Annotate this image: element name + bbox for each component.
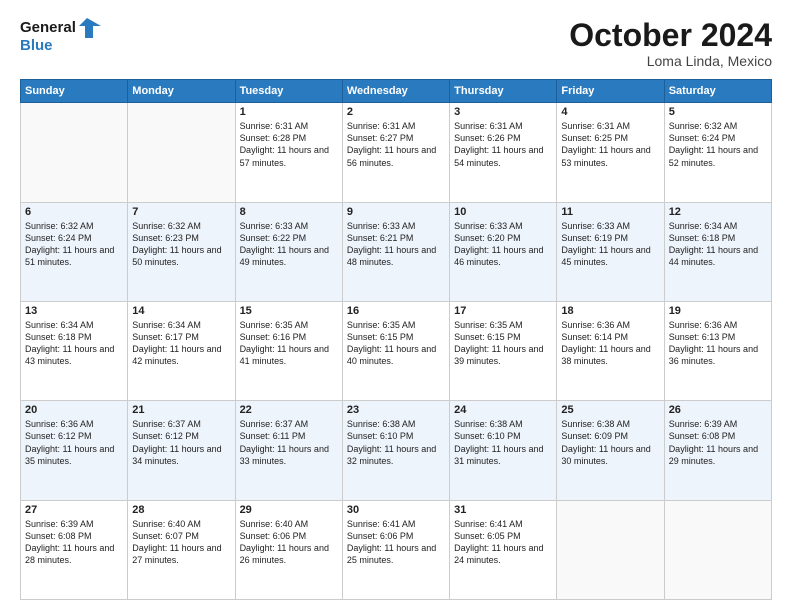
calendar-cell: 12 Sunrise: 6:34 AMSunset: 6:18 PMDaylig… <box>664 202 771 301</box>
calendar-cell: 6 Sunrise: 6:32 AMSunset: 6:24 PMDayligh… <box>21 202 128 301</box>
title-block: October 2024 Loma Linda, Mexico <box>569 18 772 69</box>
calendar-cell: 31 Sunrise: 6:41 AMSunset: 6:05 PMDaylig… <box>450 500 557 599</box>
col-sunday: Sunday <box>21 80 128 103</box>
calendar-cell: 15 Sunrise: 6:35 AMSunset: 6:16 PMDaylig… <box>235 301 342 400</box>
header-row: Sunday Monday Tuesday Wednesday Thursday… <box>21 80 772 103</box>
calendar-cell: 1 Sunrise: 6:31 AMSunset: 6:28 PMDayligh… <box>235 103 342 202</box>
header: General Blue October 2024 Loma Linda, Me… <box>20 18 772 69</box>
col-thursday: Thursday <box>450 80 557 103</box>
logo: General Blue <box>20 18 101 55</box>
calendar-cell: 27 Sunrise: 6:39 AMSunset: 6:08 PMDaylig… <box>21 500 128 599</box>
col-wednesday: Wednesday <box>342 80 449 103</box>
calendar-cell: 20 Sunrise: 6:36 AMSunset: 6:12 PMDaylig… <box>21 401 128 500</box>
calendar-week-1: 1 Sunrise: 6:31 AMSunset: 6:28 PMDayligh… <box>21 103 772 202</box>
col-tuesday: Tuesday <box>235 80 342 103</box>
calendar-cell: 16 Sunrise: 6:35 AMSunset: 6:15 PMDaylig… <box>342 301 449 400</box>
calendar-cell: 25 Sunrise: 6:38 AMSunset: 6:09 PMDaylig… <box>557 401 664 500</box>
calendar-cell: 7 Sunrise: 6:32 AMSunset: 6:23 PMDayligh… <box>128 202 235 301</box>
calendar-cell: 29 Sunrise: 6:40 AMSunset: 6:06 PMDaylig… <box>235 500 342 599</box>
location: Loma Linda, Mexico <box>569 53 772 69</box>
calendar-cell: 19 Sunrise: 6:36 AMSunset: 6:13 PMDaylig… <box>664 301 771 400</box>
calendar-week-2: 6 Sunrise: 6:32 AMSunset: 6:24 PMDayligh… <box>21 202 772 301</box>
calendar-cell: 8 Sunrise: 6:33 AMSunset: 6:22 PMDayligh… <box>235 202 342 301</box>
calendar-cell: 23 Sunrise: 6:38 AMSunset: 6:10 PMDaylig… <box>342 401 449 500</box>
calendar-cell: 13 Sunrise: 6:34 AMSunset: 6:18 PMDaylig… <box>21 301 128 400</box>
calendar-cell: 28 Sunrise: 6:40 AMSunset: 6:07 PMDaylig… <box>128 500 235 599</box>
calendar-cell: 5 Sunrise: 6:32 AMSunset: 6:24 PMDayligh… <box>664 103 771 202</box>
calendar-cell: 4 Sunrise: 6:31 AMSunset: 6:25 PMDayligh… <box>557 103 664 202</box>
logo-bird-icon <box>79 18 101 38</box>
calendar-week-3: 13 Sunrise: 6:34 AMSunset: 6:18 PMDaylig… <box>21 301 772 400</box>
col-saturday: Saturday <box>664 80 771 103</box>
calendar-cell: 11 Sunrise: 6:33 AMSunset: 6:19 PMDaylig… <box>557 202 664 301</box>
month-title: October 2024 <box>569 18 772 53</box>
calendar-cell: 30 Sunrise: 6:41 AMSunset: 6:06 PMDaylig… <box>342 500 449 599</box>
calendar-cell <box>557 500 664 599</box>
calendar-cell <box>21 103 128 202</box>
calendar-cell: 10 Sunrise: 6:33 AMSunset: 6:20 PMDaylig… <box>450 202 557 301</box>
calendar-cell: 2 Sunrise: 6:31 AMSunset: 6:27 PMDayligh… <box>342 103 449 202</box>
col-monday: Monday <box>128 80 235 103</box>
calendar-cell: 17 Sunrise: 6:35 AMSunset: 6:15 PMDaylig… <box>450 301 557 400</box>
calendar-cell: 3 Sunrise: 6:31 AMSunset: 6:26 PMDayligh… <box>450 103 557 202</box>
col-friday: Friday <box>557 80 664 103</box>
calendar-cell: 9 Sunrise: 6:33 AMSunset: 6:21 PMDayligh… <box>342 202 449 301</box>
calendar-cell: 22 Sunrise: 6:37 AMSunset: 6:11 PMDaylig… <box>235 401 342 500</box>
calendar-week-4: 20 Sunrise: 6:36 AMSunset: 6:12 PMDaylig… <box>21 401 772 500</box>
calendar-cell: 18 Sunrise: 6:36 AMSunset: 6:14 PMDaylig… <box>557 301 664 400</box>
calendar-cell <box>664 500 771 599</box>
calendar-cell: 24 Sunrise: 6:38 AMSunset: 6:10 PMDaylig… <box>450 401 557 500</box>
calendar-cell <box>128 103 235 202</box>
calendar-week-5: 27 Sunrise: 6:39 AMSunset: 6:08 PMDaylig… <box>21 500 772 599</box>
calendar-cell: 26 Sunrise: 6:39 AMSunset: 6:08 PMDaylig… <box>664 401 771 500</box>
calendar-table: Sunday Monday Tuesday Wednesday Thursday… <box>20 79 772 600</box>
calendar-cell: 14 Sunrise: 6:34 AMSunset: 6:17 PMDaylig… <box>128 301 235 400</box>
calendar-cell: 21 Sunrise: 6:37 AMSunset: 6:12 PMDaylig… <box>128 401 235 500</box>
page: General Blue October 2024 Loma Linda, Me… <box>0 0 792 612</box>
